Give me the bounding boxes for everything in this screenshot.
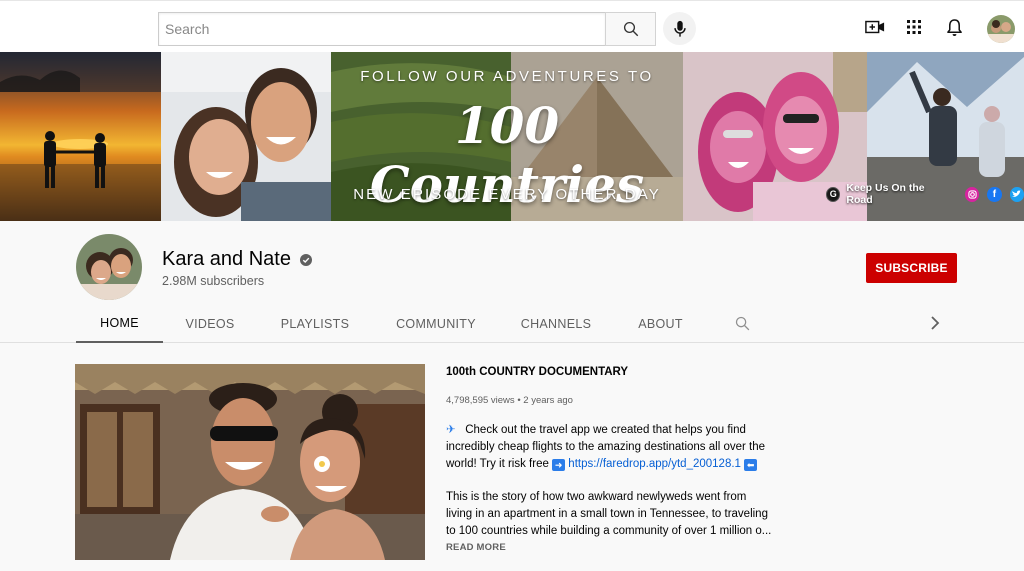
banner-tagline-top: FOLLOW OUR ADVENTURES TO — [360, 68, 654, 85]
description-line: living in an apartment in a small town i… — [446, 508, 768, 520]
channel-banner: FOLLOW OUR ADVENTURES TO 100 Countries N… — [0, 52, 1024, 221]
apps-button[interactable] — [903, 16, 925, 38]
description-line: to 100 countries while building a commun… — [446, 525, 772, 537]
featured-video-description: ✈ Check out the travel app we created th… — [446, 422, 786, 540]
twitter-icon[interactable] — [1009, 186, 1024, 202]
channel-header: Kara and Nate 2.98M subscribers SUBSCRIB… — [0, 221, 1024, 343]
link-badge-icon: G — [826, 186, 841, 202]
tab-about[interactable]: ABOUT — [634, 305, 687, 343]
account-avatar[interactable] — [987, 15, 1015, 43]
airplane-icon: ✈ — [446, 424, 456, 436]
banner-photo-sunset — [0, 52, 161, 221]
channel-title: Kara and Nate — [162, 248, 312, 271]
description-paragraph-2: This is the story of how two awkward new… — [446, 489, 786, 540]
banner-link-label: Keep Us On the Road — [846, 182, 925, 206]
verified-check-icon — [299, 253, 312, 266]
facebook-icon[interactable]: f — [987, 186, 1002, 202]
tab-playlists[interactable]: PLAYLISTS — [276, 305, 354, 343]
arrow-left-icon: ⬅ — [744, 459, 758, 471]
description-link[interactable]: https://faredrop.app/ytd_200128.1 — [568, 458, 741, 470]
banner-links: G Keep Us On the Road f — [826, 182, 1024, 206]
search-button[interactable] — [605, 12, 656, 46]
tab-channels[interactable]: CHANNELS — [516, 305, 596, 343]
search-icon — [623, 21, 638, 37]
description-paragraph-1: ✈ Check out the travel app we created th… — [446, 422, 786, 473]
featured-video-title[interactable]: 100th COUNTRY DOCUMENTARY — [446, 366, 628, 378]
create-video-button[interactable] — [864, 16, 886, 38]
featured-section: 100th COUNTRY DOCUMENTARY 4,798,595 view… — [0, 343, 1024, 571]
arrow-right-icon: ➜ — [552, 459, 566, 471]
tab-videos[interactable]: VIDEOS — [177, 305, 243, 343]
search-input[interactable] — [158, 12, 605, 46]
featured-video-thumbnail[interactable] — [75, 364, 425, 560]
featured-video-meta: 4,798,595 views • 2 years ago — [446, 395, 573, 406]
channel-name-text: Kara and Nate — [162, 248, 291, 270]
description-line: This is the story of how two awkward new… — [446, 491, 747, 503]
channel-avatar[interactable] — [76, 234, 142, 300]
create-video-icon — [865, 20, 885, 34]
notifications-button[interactable] — [943, 16, 965, 38]
subscriber-count: 2.98M subscribers — [162, 274, 265, 288]
subscribe-button[interactable]: SUBSCRIBE — [866, 253, 957, 283]
tabs-scroll-right-button[interactable] — [930, 316, 940, 335]
top-bar — [0, 0, 1024, 52]
tab-home[interactable]: HOME — [76, 305, 163, 343]
search-box — [158, 12, 656, 46]
notifications-bell-icon — [946, 18, 962, 36]
search-icon — [735, 316, 750, 331]
chevron-right-icon — [931, 316, 940, 330]
banner-link-keep-us-on-the-road[interactable]: G Keep Us On the Road — [826, 182, 949, 206]
channel-search-button[interactable] — [734, 315, 751, 337]
voice-search-button[interactable] — [663, 12, 696, 45]
banner-tagline-bottom: NEW EPISODE EVERY OTHER DAY — [353, 186, 661, 203]
upload-age: 2 years ago — [523, 395, 573, 406]
banner-photo-couple — [161, 52, 331, 221]
read-more-link[interactable]: READ MORE — [446, 542, 506, 553]
apps-grid-icon — [907, 20, 921, 34]
view-count: 4,798,595 views — [446, 395, 515, 406]
instagram-icon[interactable] — [964, 186, 980, 202]
microphone-icon — [673, 20, 686, 37]
tab-community[interactable]: COMMUNITY — [390, 305, 482, 343]
